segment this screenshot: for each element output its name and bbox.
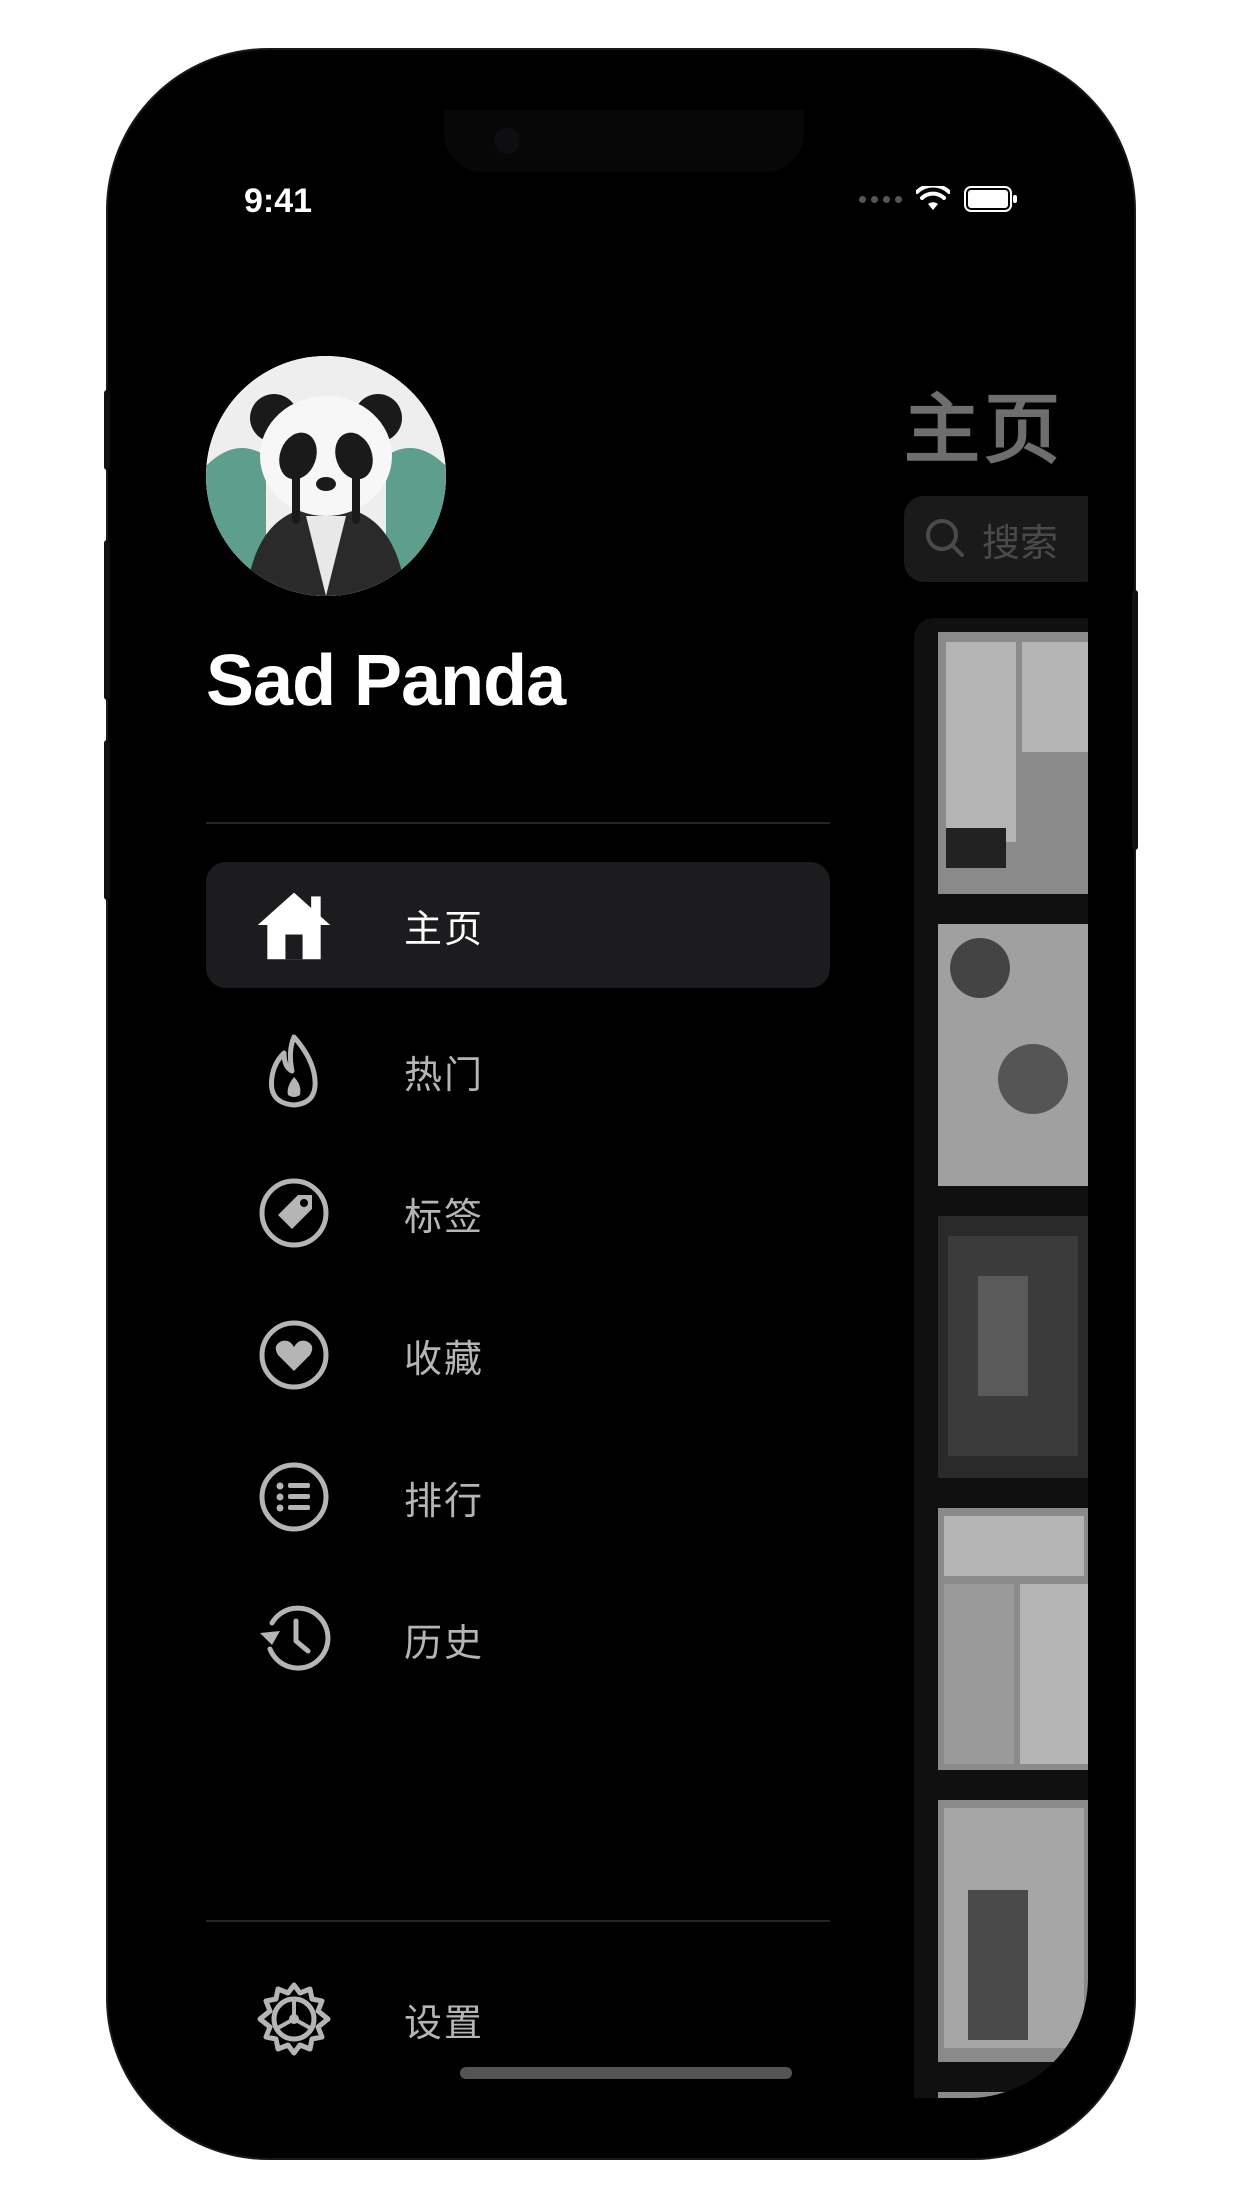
sidebar-item-favorites[interactable]: 收藏: [206, 1292, 830, 1418]
sidebar-item-tags[interactable]: 标签: [206, 1150, 830, 1276]
search-placeholder: 搜索: [982, 520, 1059, 565]
gallery-thumbnail[interactable]: [938, 1800, 1088, 2062]
divider: [206, 822, 830, 824]
gallery-list[interactable]: [914, 618, 1088, 2098]
tag-icon: [254, 1173, 334, 1253]
gallery-thumbnail[interactable]: [938, 1216, 1088, 1478]
sidebar-item-label: 排行: [404, 1478, 485, 1523]
screen: 9:41 主页 搜索 Sad Panda 主页 热门 标签 收藏 排行 历史 设…: [154, 110, 1088, 2098]
sidebar-item-ranking[interactable]: 排行: [206, 1434, 830, 1560]
crying-panda-avatar: [206, 356, 446, 596]
gallery-thumbnail[interactable]: [938, 632, 1088, 894]
history-icon: [254, 1599, 334, 1679]
gallery-thumbnail[interactable]: [938, 2092, 1088, 2098]
heart-icon: [254, 1315, 334, 1395]
notch: [444, 110, 804, 172]
main-page-background[interactable]: 主页 搜索: [904, 110, 1088, 2098]
cellular-signal-icon: [859, 195, 902, 203]
sidebar-item-popular[interactable]: 热门: [206, 1008, 830, 1134]
gear-icon: [254, 1979, 334, 2059]
flame-icon: [254, 1031, 334, 1111]
gallery-thumbnail[interactable]: [938, 1508, 1088, 1770]
volume-up-button: [104, 540, 110, 700]
mute-switch: [104, 390, 110, 470]
sidebar-item-label: 历史: [404, 1620, 485, 1665]
sidebar-item-history[interactable]: 历史: [206, 1576, 830, 1702]
volume-down-button: [104, 740, 110, 900]
phone-frame: 9:41 主页 搜索 Sad Panda 主页 热门 标签 收藏 排行 历史 设…: [108, 50, 1134, 2158]
power-button: [1132, 590, 1138, 850]
search-input[interactable]: 搜索: [904, 496, 1088, 582]
home-indicator[interactable]: [460, 2067, 792, 2079]
home-icon: [254, 885, 334, 965]
divider: [206, 1920, 830, 1922]
sidebar-item-settings[interactable]: 设置: [206, 1956, 830, 2082]
profile-name: Sad Panda: [206, 641, 566, 721]
gallery-thumbnail[interactable]: [938, 924, 1088, 1186]
status-time: 9:41: [244, 182, 313, 220]
page-title: 主页: [904, 385, 1064, 474]
sidebar-item-label: 收藏: [404, 1336, 485, 1381]
sidebar-item-label: 热门: [404, 1052, 485, 1097]
sidebar-item-label: 设置: [404, 2000, 485, 2045]
search-icon: [926, 519, 964, 557]
sidebar-item-label: 标签: [404, 1194, 485, 1239]
sidebar-item-home[interactable]: 主页: [206, 862, 830, 988]
sidebar-item-label: 主页: [404, 906, 485, 951]
avatar[interactable]: [206, 356, 446, 596]
list-icon: [254, 1457, 334, 1537]
camera-icon: [494, 128, 520, 154]
